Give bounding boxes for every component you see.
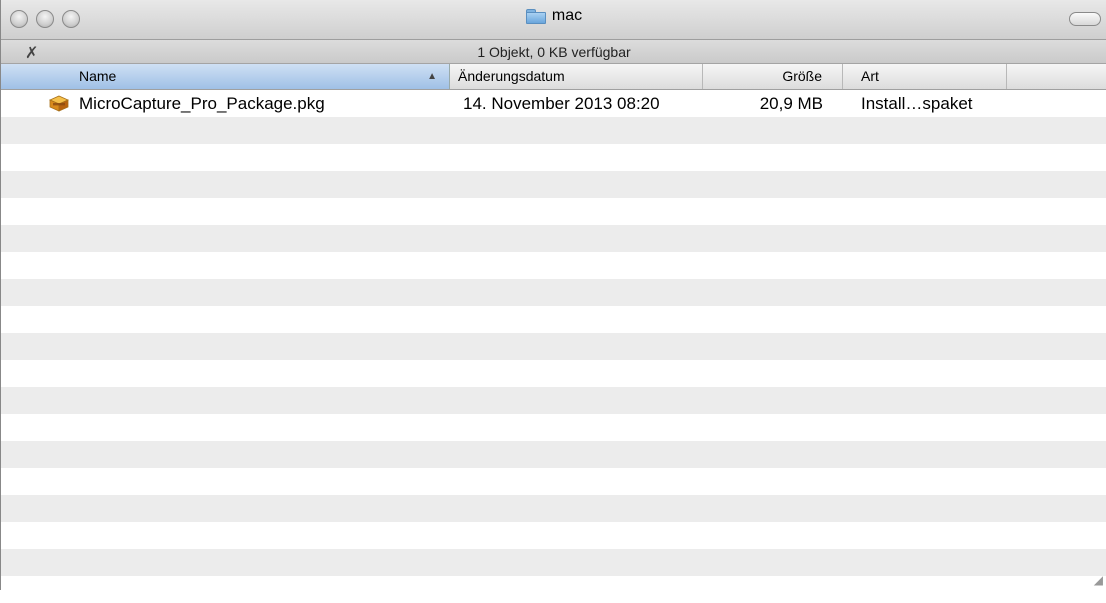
status-bar: ✗ 1 Objekt, 0 KB verfügbar [1,40,1106,64]
column-header-name-label: Name [79,68,117,84]
column-header-size-label: Größe [782,68,822,84]
window-title-area: mac [1,7,1106,29]
finder-window: mac ✗ 1 Objekt, 0 KB verfügbar Name ▲ Än… [0,0,1106,590]
column-headers: Name ▲ Änderungsdatum Größe Art [1,64,1106,90]
file-list[interactable]: MicroCapture_Pro_Package.pkg 14. Novembe… [1,90,1106,590]
package-icon [49,95,69,112]
toolbar-toggle-button[interactable] [1069,12,1101,26]
sort-ascending-icon: ▲ [427,71,437,82]
resize-handle-icon[interactable]: ◢ [1094,573,1103,587]
column-header-size[interactable]: Größe [703,64,843,89]
file-date: 14. November 2013 08:20 [463,94,660,113]
file-row[interactable]: MicroCapture_Pro_Package.pkg 14. Novembe… [1,90,1106,117]
file-size: 20,9 MB [759,94,823,113]
file-name: MicroCapture_Pro_Package.pkg [79,94,325,113]
file-kind: Install…spaket [861,94,973,113]
column-header-name[interactable]: Name ▲ [1,64,450,89]
title-bar[interactable]: mac [1,0,1106,40]
column-header-kind[interactable]: Art [843,64,1007,89]
status-text: 1 Objekt, 0 KB verfügbar [477,44,631,60]
column-header-date[interactable]: Änderungsdatum [450,64,703,89]
column-header-kind-label: Art [861,68,879,84]
window-title: mac [551,7,583,24]
folder-icon [525,8,546,24]
column-header-date-label: Änderungsdatum [458,68,565,84]
